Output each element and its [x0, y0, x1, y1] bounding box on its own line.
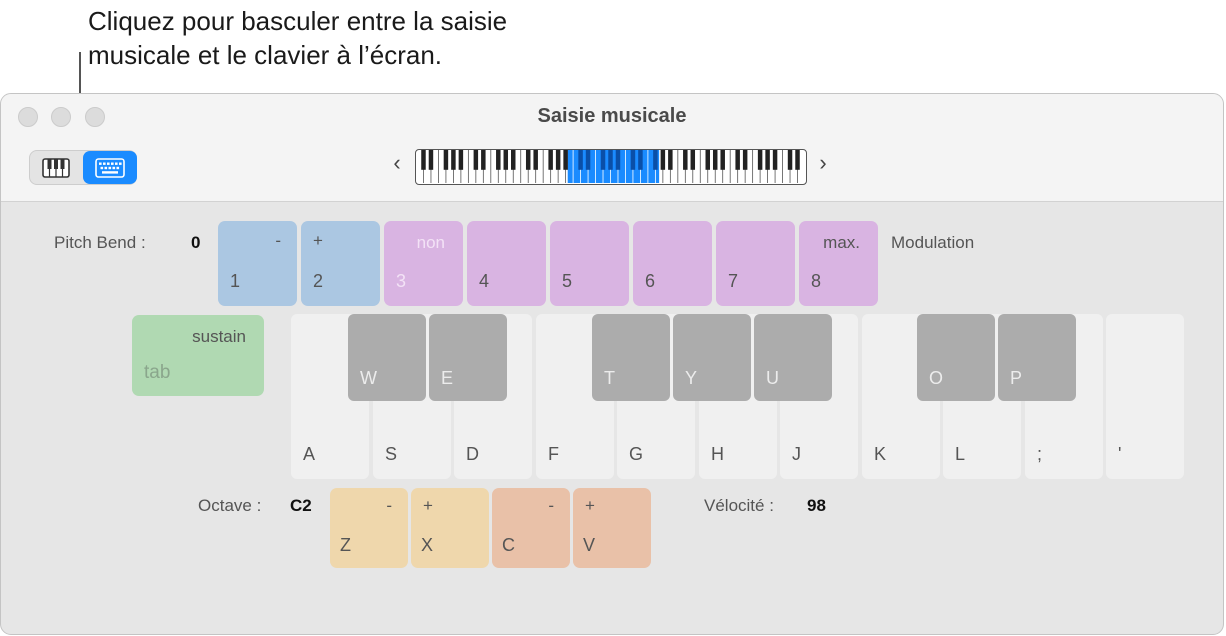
musical-typing-button[interactable]: [83, 151, 137, 184]
number-key-function: +: [313, 231, 323, 250]
black-key-1[interactable]: W: [348, 314, 426, 401]
number-key-2[interactable]: +2: [301, 221, 380, 306]
key-label: W: [360, 368, 377, 388]
number-key-function: max.: [823, 233, 860, 252]
number-key-4[interactable]: 4: [467, 221, 546, 306]
key-label: S: [385, 444, 398, 464]
key-label: J: [792, 444, 801, 464]
key-v-velocity[interactable]: + V: [573, 488, 651, 568]
black-key-4[interactable]: Y: [673, 314, 751, 401]
sustain-key[interactable]: sustain tab: [132, 315, 264, 396]
number-key-label: 5: [562, 271, 573, 291]
pad-key-label: V: [583, 535, 596, 555]
key-x-octave[interactable]: + X: [411, 488, 489, 568]
pitch-bend-value: 0: [191, 233, 201, 252]
key-label: H: [711, 444, 724, 464]
number-key-label: 4: [479, 271, 490, 291]
range-prev-button[interactable]: ‹: [387, 150, 407, 176]
number-key-function: -: [275, 231, 281, 250]
pad-function: +: [585, 496, 595, 515]
key-label: ;: [1037, 444, 1043, 464]
velocity-label: Vélocité :: [704, 496, 774, 515]
callout-line-1: Cliquez pour basculer entre la saisie: [88, 6, 508, 36]
key-label: T: [604, 368, 615, 388]
number-key-7[interactable]: 7: [716, 221, 795, 306]
number-key-label: 6: [645, 271, 656, 291]
key-label: F: [548, 444, 559, 464]
key-label: K: [874, 444, 887, 464]
number-key-label: 2: [313, 271, 324, 291]
key-z-octave[interactable]: -Z: [330, 488, 408, 568]
pad-key-label: X: [421, 535, 434, 555]
key-label: L: [955, 444, 966, 464]
number-key-label: 1: [230, 271, 241, 291]
number-key-label: 7: [728, 271, 739, 291]
velocity-value: 98: [807, 496, 826, 515]
key-label: O: [929, 368, 944, 388]
sustain-key-label: tab: [144, 362, 171, 383]
pad-function: -: [548, 496, 554, 515]
black-key-5[interactable]: U: [754, 314, 832, 401]
black-key-7[interactable]: P: [998, 314, 1076, 401]
number-key-5[interactable]: 5: [550, 221, 629, 306]
pad-function: +: [423, 496, 433, 515]
range-next-button[interactable]: ›: [813, 150, 833, 176]
number-key-label: 3: [396, 271, 407, 291]
mini-keyboard[interactable]: [416, 150, 805, 183]
titlebar: Saisie musicale ‹ ›: [1, 94, 1223, 202]
callout-line-2: musicale et le clavier à l’écran.: [88, 40, 443, 70]
modulation-label: Modulation: [891, 233, 975, 252]
number-key-1[interactable]: -1: [218, 221, 297, 306]
number-key-8[interactable]: max. 8: [799, 221, 878, 306]
key-label: ': [1118, 444, 1122, 464]
number-key-label: 8: [811, 271, 822, 291]
pad-function: -: [386, 496, 392, 515]
callout-text: Cliquez pour basculer entre la saisie mu…: [88, 4, 507, 72]
pad-key-label: Z: [340, 535, 351, 555]
octave-label: Octave :: [198, 496, 262, 515]
key-label: G: [629, 444, 644, 464]
number-key-6[interactable]: 6: [633, 221, 712, 306]
black-key-3[interactable]: T: [592, 314, 670, 401]
key-label: D: [466, 444, 479, 464]
keyboard-range-selector[interactable]: [415, 149, 807, 185]
black-key-2[interactable]: E: [429, 314, 507, 401]
key-label: Y: [685, 368, 698, 388]
window-title: Saisie musicale: [537, 105, 687, 127]
key-c-velocity[interactable]: -C: [492, 488, 570, 568]
black-key-6[interactable]: O: [917, 314, 995, 401]
key-label: U: [766, 368, 779, 388]
view-toggle[interactable]: [29, 150, 137, 185]
octave-value: C2: [290, 496, 312, 515]
sustain-label: sustain: [192, 327, 246, 346]
piano-icon: [42, 157, 70, 178]
key-label: A: [303, 444, 316, 464]
pitch-bend-label: Pitch Bend :: [54, 233, 146, 252]
key-label: P: [1010, 368, 1023, 388]
white-key-11[interactable]: ': [1106, 314, 1184, 479]
pad-key-label: C: [502, 535, 515, 555]
number-key-3[interactable]: non 3: [384, 221, 463, 306]
number-key-function: non: [416, 233, 445, 252]
key-label: E: [441, 368, 454, 388]
keyboard-icon: [95, 157, 125, 178]
piano-keyboard-button[interactable]: [30, 151, 82, 184]
musical-typing-window: Saisie musicale ‹ › Pitch Bend: 0 - 1 +…: [0, 93, 1224, 635]
